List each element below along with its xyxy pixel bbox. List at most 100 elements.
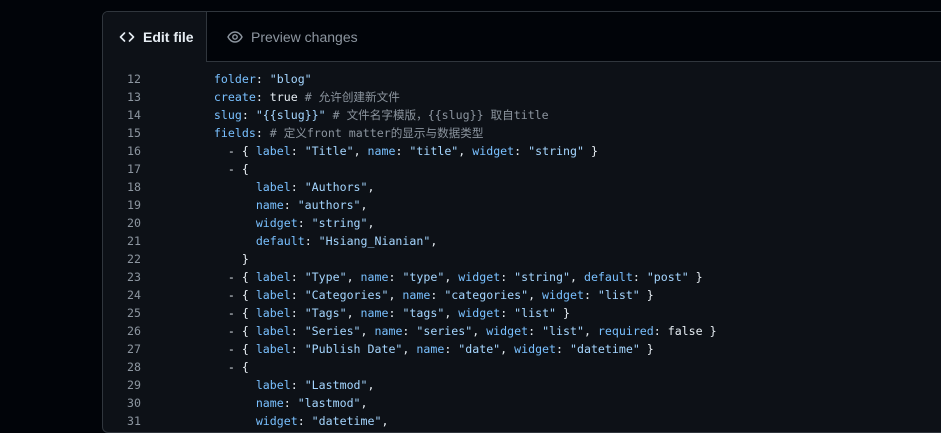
code-token-sp [186, 234, 256, 248]
code-text: - { label: "Title", name: "title", widge… [186, 142, 598, 160]
code-token-sp [186, 360, 228, 374]
line-number: 22 [127, 252, 141, 266]
tab-edit-file[interactable]: Edit file [103, 12, 207, 62]
code-token-com: # 文件名字模版，{{slug}} 取自title [332, 108, 549, 122]
code-token-p: } [556, 306, 571, 320]
code-token-sp [186, 252, 242, 266]
code-token-p: : [632, 270, 647, 284]
code-token-key: name [416, 342, 445, 356]
code-token-sp [186, 198, 256, 212]
code-token-p: , [381, 414, 389, 428]
code-text: widget: "string", [186, 214, 375, 232]
code-token-p: : [290, 180, 305, 194]
code-token-sp [186, 414, 256, 428]
code-token-key: label [255, 306, 291, 320]
line-number: 21 [127, 234, 141, 248]
code-token-str: "title" [409, 144, 459, 158]
code-token-p: : [388, 306, 403, 320]
code-token-str: "Hsiang_Nianian" [318, 234, 431, 248]
code-token-p: , [430, 234, 438, 248]
code-token-p: , [388, 288, 403, 302]
code-token-p: , [458, 144, 473, 158]
code-token-p: , [367, 378, 375, 392]
code-text: - { [186, 358, 249, 376]
code-token-p: : [283, 198, 298, 212]
code-token-sp [186, 306, 228, 320]
code-token-p: , [444, 306, 459, 320]
code-token-key: widget [486, 324, 529, 338]
line-number: 17 [127, 162, 141, 176]
code-token-key: name [374, 324, 403, 338]
code-token-p: , [346, 270, 361, 284]
line-number: 15 [127, 126, 141, 140]
code-token-str: "post" [646, 270, 689, 284]
code-token-str: "Authors" [304, 180, 368, 194]
code-line: 30 name: "lastmod", [103, 394, 941, 412]
code-line: 12 folder: "blog" [103, 70, 941, 88]
code-token-key: name [367, 144, 396, 158]
code-line: 16 - { label: "Title", name: "title", wi… [103, 142, 941, 160]
code-token-key: label [255, 270, 291, 284]
code-token-key: slug [213, 108, 242, 122]
line-number: 19 [127, 198, 141, 212]
code-token-key: label [255, 180, 291, 194]
tab-preview-changes-label: Preview changes [251, 28, 358, 45]
line-number: 31 [127, 414, 141, 428]
tab-preview-changes[interactable]: Preview changes [227, 12, 358, 61]
line-number: 29 [127, 378, 141, 392]
line-number: 23 [127, 270, 141, 284]
code-token-sp [186, 324, 228, 338]
code-text: - { label: "Categories", name: "categori… [186, 286, 654, 304]
code-token-p: : [528, 324, 543, 338]
code-token-p: - { [227, 144, 256, 158]
code-token-key: widget [255, 216, 298, 230]
line-number: 27 [127, 342, 141, 356]
code-token-p: - { [227, 306, 256, 320]
code-token-p: : [444, 342, 459, 356]
code-token-p: : [388, 270, 403, 284]
code-token-str: "datetime" [570, 342, 640, 356]
code-token-key: fields [213, 126, 256, 140]
code-token-p: , [472, 324, 487, 338]
code-token-str: "blog" [269, 72, 312, 86]
code-token-sp [186, 378, 256, 392]
code-text: - { label: "Tags", name: "tags", widget:… [186, 304, 570, 322]
code-token-p: , [528, 288, 543, 302]
code-text: } [186, 250, 249, 268]
code-text: - { label: "Type", name: "type", widget:… [186, 268, 703, 286]
code-token-p: : [290, 324, 305, 338]
line-number: 14 [127, 108, 141, 122]
code-token-key: folder [213, 72, 256, 86]
code-text: create: true # 允许创建新文件 [186, 88, 400, 106]
code-token-p: , [402, 342, 417, 356]
code-token-p: : [290, 288, 305, 302]
code-line: 17 - { [103, 160, 941, 178]
code-token-p: , [500, 342, 515, 356]
code-line: 31 widget: "datetime", [103, 412, 941, 430]
code-token-key: widget [514, 342, 557, 356]
code-text: label: "Lastmod", [186, 376, 375, 394]
code-token-sp [186, 342, 228, 356]
code-token-str: "string" [311, 216, 368, 230]
code-line: 28 - { [103, 358, 941, 376]
code-token-p: , [360, 396, 368, 410]
code-token-p: : [402, 324, 417, 338]
code-token-p: : [241, 108, 256, 122]
code-line: 14 slug: "{{slug}}" # 文件名字模版，{{slug}} 取自… [103, 106, 941, 124]
code-text: - { label: "Publish Date", name: "date",… [186, 340, 654, 358]
code-text: default: "Hsiang_Nianian", [186, 232, 438, 250]
code-token-p [326, 108, 333, 122]
code-text: name: "lastmod", [186, 394, 368, 412]
code-editor[interactable]: 12 folder: "blog" 13 create: true # 允许创建新… [103, 70, 941, 432]
code-token-sp [186, 396, 256, 410]
code-line: 26 - { label: "Series", name: "series", … [103, 322, 941, 340]
code-token-str: "Categories" [304, 288, 389, 302]
code-token-p: : [304, 234, 319, 248]
code-token-p: : [290, 378, 305, 392]
code-token-str: "string" [528, 144, 584, 158]
code-token-p: - { [227, 342, 256, 356]
code-line: 19 name: "authors", [103, 196, 941, 214]
code-token-p: , [444, 270, 459, 284]
code-token-com: # 定义front matter的显示与数据类型 [269, 126, 484, 140]
code-token-sp [186, 162, 228, 176]
